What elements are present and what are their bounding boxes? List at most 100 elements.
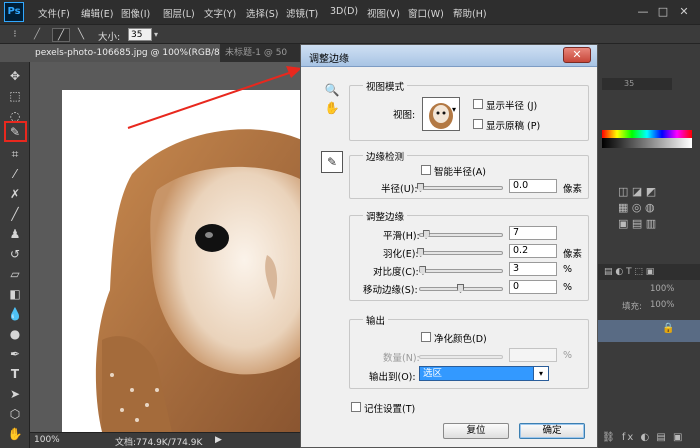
zoom-tool-icon[interactable]: 🔍: [323, 81, 341, 99]
adjustment-icons[interactable]: ◫ ◪ ◩ ▦ ◎ ◍ ▣ ▤ ▥: [618, 184, 678, 234]
radius-unit: 像素: [563, 184, 583, 195]
smart-radius-checkbox[interactable]: [421, 165, 431, 175]
remember-settings-label: 记住设置(T): [364, 404, 416, 415]
status-menu-arrow-icon[interactable]: ▶: [215, 435, 222, 445]
menu-view[interactable]: 视图(V): [367, 6, 400, 20]
show-original-checkbox[interactable]: [473, 119, 483, 129]
contrast-slider[interactable]: [419, 266, 503, 275]
minimize-button[interactable]: —: [636, 5, 650, 19]
smooth-label: 平滑(H):: [383, 231, 420, 242]
menu-filter[interactable]: 滤镜(T): [286, 6, 318, 20]
zoom-level[interactable]: 100%: [34, 435, 60, 445]
refine-radius-tool-icon[interactable]: ✎: [321, 151, 343, 173]
type-tool-icon[interactable]: T: [5, 366, 25, 382]
document-canvas[interactable]: [62, 90, 302, 432]
output-to-label: 输出到(O):: [369, 372, 416, 383]
contrast-input[interactable]: 3: [509, 262, 557, 276]
shape-tool-icon[interactable]: ⬡: [5, 406, 25, 422]
layers-filter-row[interactable]: ▤ ◐ T ⬚ ▣: [598, 264, 700, 280]
brush-tool-icon[interactable]: ╱: [5, 206, 25, 222]
brush-mode-icon[interactable]: ╱: [52, 28, 70, 42]
menu-select[interactable]: 选择(S): [246, 6, 278, 20]
feather-input[interactable]: 0.2: [509, 244, 557, 258]
gradient-tool-icon[interactable]: ◧: [5, 286, 25, 302]
quick-selection-highlight: [4, 121, 27, 142]
owl-image: [95, 129, 302, 432]
menu-bar: Ps 文件(F) 编辑(E) 图像(I) 图层(L) 文字(Y) 选择(S) 滤…: [0, 0, 700, 24]
menu-edit[interactable]: 编辑(E): [81, 6, 113, 20]
menu-layer[interactable]: 图层(L): [163, 6, 195, 20]
size-input[interactable]: 35: [128, 28, 152, 41]
eyedropper-tool-icon[interactable]: ⁄: [5, 166, 25, 182]
color-spectrum[interactable]: [602, 130, 692, 138]
crop-tool-icon[interactable]: ⌗: [5, 146, 25, 162]
shift-edge-input[interactable]: 0: [509, 280, 557, 294]
decontaminate-checkbox[interactable]: [421, 332, 431, 342]
hand-tool-icon[interactable]: ✋: [323, 99, 341, 117]
feather-slider[interactable]: [417, 248, 503, 257]
brush-icon[interactable]: ╱: [28, 28, 46, 42]
right-panels: 35 ◫ ◪ ◩ ▦ ◎ ◍ ▣ ▤ ▥ ▤ ◐ T ⬚ ▣ 100% 填充: 10…: [598, 44, 700, 448]
menu-3d[interactable]: 3D(D): [330, 6, 358, 17]
layers-footer-icons[interactable]: ⛓ fx ◐ ▤ ▣: [602, 432, 698, 446]
smooth-input[interactable]: 7: [509, 226, 557, 240]
contrast-label: 对比度(C):: [373, 267, 419, 278]
menu-window[interactable]: 窗口(W): [408, 6, 444, 20]
layer-row-selected[interactable]: [598, 320, 700, 342]
panel-value: 35: [624, 79, 635, 88]
remember-settings-checkbox[interactable]: [351, 402, 361, 412]
hand-tool-icon[interactable]: ✋: [5, 426, 25, 442]
output-to-select[interactable]: 选区: [419, 366, 549, 381]
show-radius-label: 显示半径 (J): [486, 101, 538, 112]
show-original-label: 显示原稿 (P): [486, 121, 541, 132]
amount-unit: %: [563, 350, 573, 361]
chevron-down-icon[interactable]: ▾: [154, 30, 158, 39]
pen-tool-icon[interactable]: ✒: [5, 346, 25, 362]
radius-input[interactable]: 0.0: [509, 179, 557, 193]
eraser-tool-icon[interactable]: ▱: [5, 266, 25, 282]
tool-preset-icon[interactable]: ⁝: [6, 28, 24, 42]
smooth-slider[interactable]: [419, 230, 503, 239]
tools-panel: ✥ ⬚ ◌ ✎ ⌗ ⁄ ✗ ╱ ♟ ↺ ▱ ◧ 💧 ● ✒ T ➤ ⬡ ✋: [0, 62, 30, 448]
adjust-edge-title: 调整边缘: [363, 209, 408, 223]
stamp-tool-icon[interactable]: ♟: [5, 226, 25, 242]
radius-slider[interactable]: [417, 183, 503, 192]
photoshop-logo: Ps: [4, 2, 24, 22]
panel-slider[interactable]: [602, 78, 672, 90]
fill-value[interactable]: 100%: [650, 300, 674, 310]
tab-label: pexels-photo-106685.jpg @ 100%(RGB/8) *: [35, 48, 220, 58]
dialog-close-button[interactable]: ✕: [563, 47, 591, 63]
menu-file[interactable]: 文件(F): [38, 6, 70, 20]
view-mode-title: 视图模式: [363, 79, 408, 93]
amount-slider: [419, 355, 503, 359]
red-arrow-annotation: [127, 66, 302, 129]
feather-label: 羽化(E):: [383, 249, 419, 260]
blur-tool-icon[interactable]: 💧: [5, 306, 25, 322]
dialog-title-bar[interactable]: 调整边缘 ✕: [301, 45, 597, 67]
tab-label: 未标题-1 @ 50: [225, 48, 288, 58]
grayscale-ramp[interactable]: [602, 138, 692, 148]
output-to-chevron-icon[interactable]: ▾: [533, 366, 549, 381]
view-thumbnail[interactable]: [422, 97, 460, 131]
menu-image[interactable]: 图像(I): [121, 6, 150, 20]
path-selection-icon[interactable]: ➤: [5, 386, 25, 402]
history-brush-icon[interactable]: ↺: [5, 246, 25, 262]
show-radius-checkbox[interactable]: [473, 99, 483, 109]
status-bar: 100% 文档:774.9K/774.9K ▶: [30, 432, 300, 448]
maximize-button[interactable]: □: [656, 5, 670, 19]
brush-minus-icon[interactable]: ╲: [72, 28, 90, 42]
shift-edge-unit: %: [563, 282, 573, 293]
dodge-tool-icon[interactable]: ●: [5, 326, 25, 342]
view-dropdown-chevron-icon[interactable]: ▾: [452, 105, 456, 114]
menu-type[interactable]: 文字(Y): [204, 6, 236, 20]
close-window-button[interactable]: ✕: [677, 5, 691, 19]
shift-edge-slider[interactable]: [419, 284, 503, 293]
lock-icon: 🔒: [662, 323, 675, 334]
ok-button[interactable]: 确定: [519, 423, 585, 439]
reset-button[interactable]: 复位: [443, 423, 509, 439]
opacity-value[interactable]: 100%: [650, 284, 674, 294]
healing-tool-icon[interactable]: ✗: [5, 186, 25, 202]
move-tool-icon[interactable]: ✥: [5, 68, 25, 84]
menu-help[interactable]: 帮助(H): [453, 6, 487, 20]
marquee-tool-icon[interactable]: ⬚: [5, 88, 25, 104]
